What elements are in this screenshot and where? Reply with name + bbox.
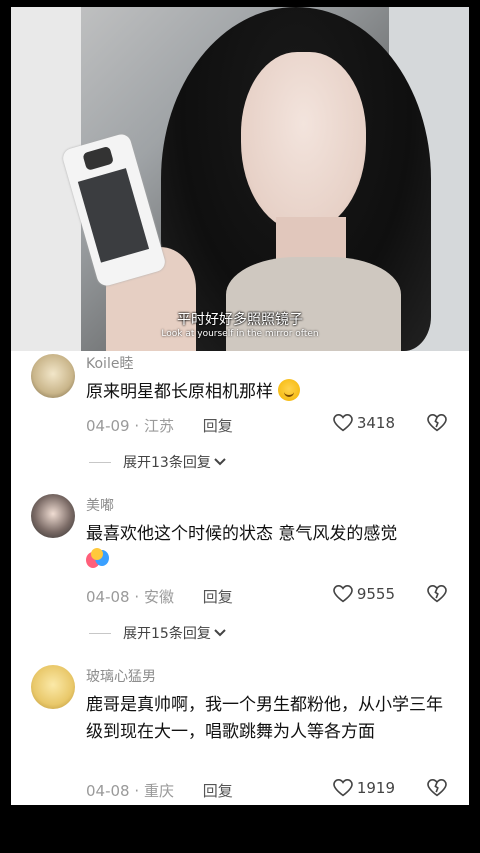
reply-button[interactable]: 回复: [203, 417, 233, 435]
like-count: 1919: [356, 779, 395, 797]
heart-icon: [332, 779, 353, 797]
comment-date: 04-09: [86, 417, 130, 435]
dislike-button[interactable]: [427, 584, 447, 607]
comment-text-content: 原来明星都长原相机那样: [86, 382, 273, 402]
like-button[interactable]: 3418: [332, 414, 395, 432]
expand-replies-label: 展开15条回复: [123, 626, 211, 642]
divider: [89, 461, 111, 463]
comment-text-content: 最喜欢他这个时候的状态 意气风发的感觉: [86, 524, 398, 544]
comment-meta: 04-08 · 重庆 回复: [86, 780, 233, 801]
comment-location: 安徽: [143, 588, 174, 606]
video-player[interactable]: 平时好好多照照镜子 Look at yourself in the mirror…: [11, 7, 469, 351]
subtitle-english: Look at yourself in the mirror often: [161, 329, 319, 339]
dislike-button[interactable]: [427, 778, 447, 801]
avatar[interactable]: [31, 494, 75, 538]
comment-location: 江苏: [143, 417, 174, 435]
hug-emoji-icon: [86, 548, 110, 570]
heart-icon: [332, 414, 353, 432]
comment-text: 最喜欢他这个时候的状态 意气风发的感觉: [86, 521, 456, 579]
subtitle-chinese: 平时好好多照照镜子: [177, 312, 303, 328]
person-face: [241, 52, 366, 232]
comment-text: 鹿哥是真帅啊，我一个男生都粉他，从小学三年级到现在大一，唱歌跳舞为人等各方面: [86, 695, 443, 742]
dislike-button[interactable]: [427, 413, 447, 436]
broken-heart-icon: [427, 778, 447, 797]
heart-icon: [332, 585, 353, 603]
like-count: 3418: [356, 414, 395, 432]
comment-username[interactable]: 美嘟: [86, 495, 114, 515]
comment-date: 04-08: [86, 588, 130, 606]
broken-heart-icon: [427, 584, 447, 603]
comment-username[interactable]: 玻璃心猛男: [86, 666, 156, 686]
expand-replies-label: 展开13条回复: [123, 455, 211, 471]
phone-camera: [82, 145, 115, 171]
like-count: 9555: [356, 585, 395, 603]
comment-username[interactable]: Koile睦: [86, 353, 133, 373]
crying-face-emoji-icon: [278, 379, 301, 401]
broken-heart-icon: [427, 413, 447, 432]
reply-button[interactable]: 回复: [203, 782, 233, 800]
chevron-down-icon: [214, 629, 226, 637]
avatar[interactable]: [31, 665, 75, 709]
expand-replies-button[interactable]: 展开15条回复: [89, 623, 227, 643]
comment-meta: 04-09 · 江苏 回复: [86, 415, 233, 436]
avatar[interactable]: [31, 354, 75, 398]
comment-date: 04-08: [86, 782, 130, 800]
chevron-down-icon: [214, 458, 226, 466]
comment-text: 原来明星都长原相机那样: [86, 379, 456, 406]
reply-button[interactable]: 回复: [203, 588, 233, 606]
comments-panel: Koile睦 原来明星都长原相机那样 04-09 · 江苏 回复 3418 展开…: [11, 351, 469, 805]
comment-location: 重庆: [143, 782, 174, 800]
comment-meta: 04-08 · 安徽 回复: [86, 586, 233, 607]
meta-separator: ·: [134, 782, 140, 800]
meta-separator: ·: [134, 417, 140, 435]
like-button[interactable]: 9555: [332, 585, 395, 603]
phone-screen: [77, 168, 150, 263]
divider: [89, 632, 111, 634]
meta-separator: ·: [134, 588, 140, 606]
expand-replies-button[interactable]: 展开13条回复: [89, 452, 227, 472]
like-button[interactable]: 1919: [332, 779, 395, 797]
